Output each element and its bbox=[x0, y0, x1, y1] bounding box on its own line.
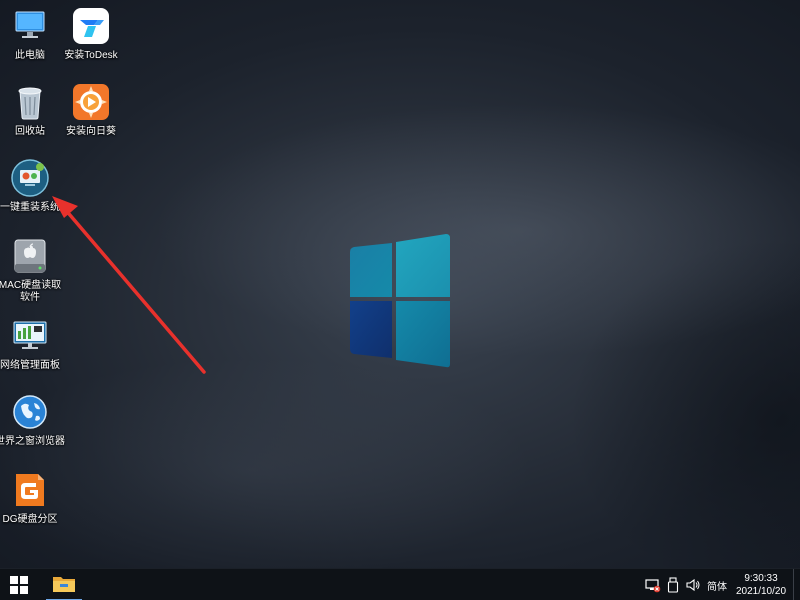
desktop-icon-label: 安装向日葵 bbox=[66, 126, 116, 137]
logo-pane-bottom-left bbox=[350, 301, 392, 358]
this-pc-icon bbox=[15, 11, 45, 38]
desktop-icon-label: MAC硬盘读取软件 bbox=[0, 280, 62, 303]
desktop-icon-diskgenius[interactable]: DG硬盘分区 bbox=[0, 470, 66, 526]
windows-logo-wallpaper bbox=[350, 234, 450, 368]
desktop-icon-todesk[interactable]: 安装ToDesk bbox=[55, 6, 127, 62]
sunflower-icon bbox=[73, 84, 109, 120]
desktop-icon-label: 世界之窗浏览器 bbox=[0, 436, 65, 447]
desktop-icon-theworld-browser[interactable]: 世界之窗浏览器 bbox=[0, 392, 66, 448]
arrow-shaft bbox=[62, 206, 206, 374]
desktop-icon-one-click-reinstall[interactable]: 一键重装系统 bbox=[0, 158, 66, 214]
logo-pane-bottom-right bbox=[396, 301, 450, 368]
recycle-bin-icon bbox=[18, 87, 42, 120]
tray-network[interactable] bbox=[643, 569, 663, 600]
one-click-reinstall-icon bbox=[11, 159, 49, 197]
logo-pane-top-right bbox=[396, 234, 450, 297]
network-disconnected-icon bbox=[645, 579, 661, 593]
system-tray: 简体 9:30:33 2021/10/20 bbox=[643, 569, 800, 600]
todesk-icon bbox=[73, 8, 109, 44]
desktop-icon-network-panel[interactable]: 网络管理面板 bbox=[0, 316, 66, 372]
desktop-icon-label: 网络管理面板 bbox=[0, 360, 60, 371]
desktop-icon-label: DG硬盘分区 bbox=[2, 514, 58, 525]
start-button[interactable] bbox=[0, 569, 38, 600]
desktop-icon-mac-disk-reader[interactable]: MAC硬盘读取软件 bbox=[0, 236, 66, 304]
clock-time: 9:30:33 bbox=[744, 573, 778, 584]
file-explorer-icon bbox=[53, 577, 75, 592]
desktop-icon-label: 安装ToDesk bbox=[64, 50, 118, 61]
theworld-browser-icon bbox=[13, 395, 47, 429]
clock-date: 2021/10/20 bbox=[735, 586, 787, 597]
logo-pane-top-left bbox=[350, 243, 392, 297]
taskbar-file-explorer[interactable] bbox=[46, 569, 82, 600]
desktop-icon-sunflower[interactable]: 安装向日葵 bbox=[55, 82, 127, 138]
clock[interactable]: 9:30:33 2021/10/20 bbox=[733, 572, 793, 598]
windows-start-icon bbox=[10, 576, 28, 594]
diskgenius-icon bbox=[16, 474, 44, 506]
usb-drive-icon bbox=[667, 577, 679, 593]
ime-indicator[interactable]: 简体 bbox=[703, 578, 733, 593]
show-desktop-button[interactable] bbox=[793, 569, 800, 600]
desktop-icon-label: 一键重装系统 bbox=[0, 202, 60, 213]
tray-volume[interactable] bbox=[683, 569, 703, 600]
network-panel-icon bbox=[13, 321, 47, 349]
taskbar: 简体 9:30:33 2021/10/20 bbox=[0, 568, 800, 600]
tray-usb[interactable] bbox=[663, 569, 683, 600]
mac-disk-reader-icon bbox=[14, 239, 46, 273]
volume-icon bbox=[686, 578, 700, 592]
